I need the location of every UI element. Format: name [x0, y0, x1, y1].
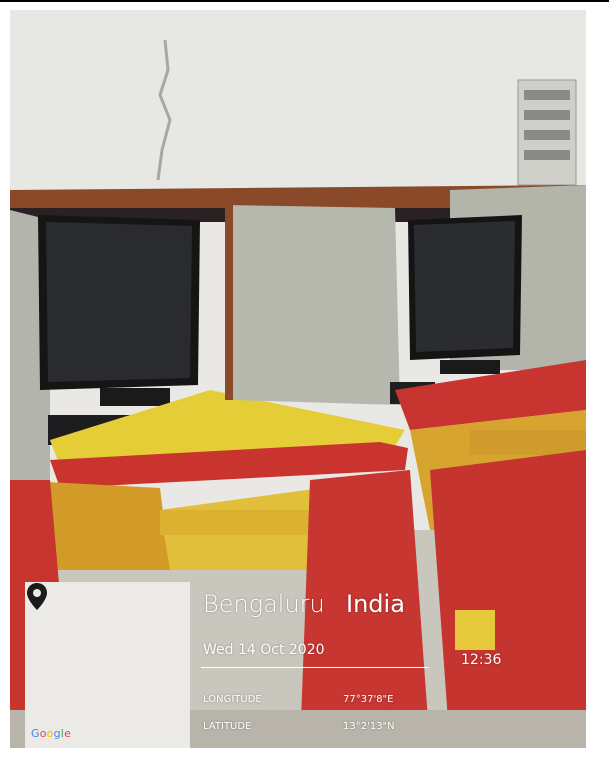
- photo-frame: Google Bengaluru India Wed 14 Oct 2020 1…: [0, 0, 609, 758]
- country-label: India: [346, 590, 405, 618]
- longitude-label: LONGITUDE: [203, 694, 262, 705]
- date-label: Wed 14 Oct 2020: [203, 642, 325, 658]
- google-letter: G: [31, 727, 40, 740]
- latitude-row: LATITUDE 13°2'13"N: [203, 721, 395, 732]
- latitude-value: 13°2'13"N: [343, 721, 395, 732]
- google-logo: Google: [31, 727, 71, 740]
- latitude-label: LATITUDE: [203, 721, 252, 732]
- google-letter: g: [53, 727, 61, 740]
- google-letter: e: [64, 727, 72, 740]
- divider: [201, 667, 429, 668]
- google-letter: o: [46, 727, 54, 740]
- longitude-row: LONGITUDE 77°37'8"E: [203, 694, 393, 705]
- google-letter: o: [39, 727, 47, 740]
- city-label: Bengaluru: [203, 590, 325, 618]
- top-border: [0, 0, 609, 2]
- map-pin-icon: [27, 583, 47, 610]
- map-thumbnail[interactable]: Google: [25, 582, 190, 748]
- computer-lab-photo: Google Bengaluru India Wed 14 Oct 2020 1…: [10, 10, 586, 748]
- longitude-value: 77°37'8"E: [343, 694, 394, 705]
- time-label: 12:36: [461, 652, 502, 668]
